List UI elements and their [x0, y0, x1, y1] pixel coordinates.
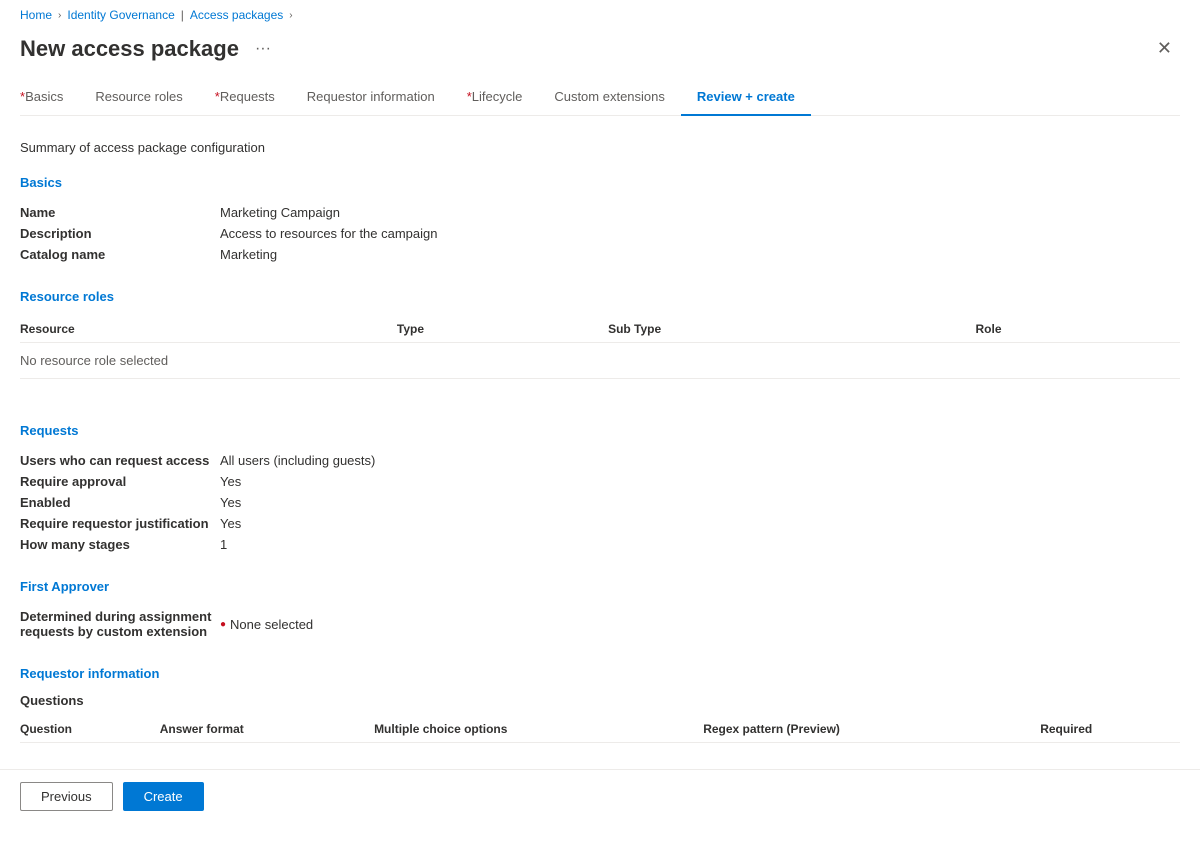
resource-roles-section: Resource roles Resource Type Sub Type Ro…: [20, 289, 1180, 379]
tab-basics[interactable]: *Basics: [20, 79, 79, 116]
col-subtype: Sub Type: [608, 316, 975, 343]
tab-custom-extensions[interactable]: Custom extensions: [538, 79, 681, 116]
breadcrumb-access-packages[interactable]: Access packages: [190, 8, 283, 22]
col-resource: Resource: [20, 316, 397, 343]
field-label-custom-extension: Determined during assignment requests by…: [20, 606, 220, 642]
field-label-users: Users who can request access: [20, 450, 220, 471]
tab-requests[interactable]: *Requests: [199, 79, 291, 116]
field-value-users: All users (including guests): [220, 450, 1180, 471]
close-icon: ✕: [1157, 38, 1172, 58]
resource-roles-table: Resource Type Sub Type Role No resource …: [20, 316, 1180, 379]
previous-button[interactable]: Previous: [20, 782, 113, 811]
field-label-justification: Require requestor justification: [20, 513, 220, 534]
first-approver-section: First Approver Determined during assignm…: [20, 579, 1180, 642]
bottom-bar: Previous Create: [0, 769, 1200, 823]
col-question: Question: [20, 716, 160, 743]
field-value-catalog: Marketing: [220, 244, 1180, 265]
breadcrumb-identity-governance[interactable]: Identity Governance: [67, 8, 174, 22]
tab-review-create[interactable]: Review + create: [681, 79, 811, 116]
tab-requestor-information[interactable]: Requestor information: [291, 79, 451, 116]
basics-heading: Basics: [20, 175, 1180, 190]
no-resource-text: No resource role selected: [20, 343, 1180, 379]
breadcrumb-home[interactable]: Home: [20, 8, 52, 22]
basics-section: Basics Name Marketing Campaign Descripti…: [20, 175, 1180, 265]
summary-text: Summary of access package configuration: [20, 140, 1180, 155]
tab-resource-roles[interactable]: Resource roles: [79, 79, 198, 116]
col-role: Role: [976, 316, 1181, 343]
close-button[interactable]: ✕: [1149, 34, 1180, 63]
col-multiple-choice: Multiple choice options: [374, 716, 703, 743]
breadcrumb-separator: |: [181, 8, 184, 22]
create-button[interactable]: Create: [123, 782, 204, 811]
requestor-information-section: Requestor information Questions Question…: [20, 666, 1180, 743]
ellipsis-menu-button[interactable]: ···: [249, 38, 277, 60]
field-label-stages: How many stages: [20, 534, 220, 555]
questions-label: Questions: [20, 693, 1180, 708]
field-value-description: Access to resources for the campaign: [220, 223, 1180, 244]
col-type: Type: [397, 316, 608, 343]
error-icon: ●: [220, 619, 226, 630]
page-title: New access package: [20, 36, 239, 62]
first-approver-fields: Determined during assignment requests by…: [20, 606, 1180, 642]
col-answer-format: Answer format: [160, 716, 374, 743]
field-value-approval: Yes: [220, 471, 1180, 492]
col-required: Required: [1040, 716, 1180, 743]
breadcrumb: Home › Identity Governance | Access pack…: [20, 0, 1180, 26]
none-selected-text: None selected: [230, 617, 313, 632]
field-label-catalog: Catalog name: [20, 244, 220, 265]
questions-table: Question Answer format Multiple choice o…: [20, 716, 1180, 743]
field-label-description: Description: [20, 223, 220, 244]
field-value-name: Marketing Campaign: [220, 202, 1180, 223]
requests-section: Requests Users who can request access Al…: [20, 423, 1180, 555]
first-approver-heading: First Approver: [20, 579, 1180, 594]
field-label-name: Name: [20, 202, 220, 223]
field-value-justification: Yes: [220, 513, 1180, 534]
requestor-information-heading: Requestor information: [20, 666, 1180, 681]
field-value-enabled: Yes: [220, 492, 1180, 513]
breadcrumb-chevron-2: ›: [289, 10, 292, 21]
field-label-enabled: Enabled: [20, 492, 220, 513]
wizard-tabs: *Basics Resource roles *Requests Request…: [20, 79, 1180, 116]
no-resource-row: No resource role selected: [20, 343, 1180, 379]
requests-heading: Requests: [20, 423, 1180, 438]
field-value-custom-extension: ● None selected: [220, 606, 1180, 642]
basics-fields: Name Marketing Campaign Description Acce…: [20, 202, 1180, 265]
requests-fields: Users who can request access All users (…: [20, 450, 1180, 555]
field-value-stages: 1: [220, 534, 1180, 555]
col-regex-pattern: Regex pattern (Preview): [703, 716, 1040, 743]
tab-lifecycle[interactable]: *Lifecycle: [451, 79, 539, 116]
breadcrumb-chevron-1: ›: [58, 10, 61, 21]
field-label-approval: Require approval: [20, 471, 220, 492]
resource-roles-heading: Resource roles: [20, 289, 1180, 304]
page-header: New access package ··· ✕: [20, 26, 1180, 79]
